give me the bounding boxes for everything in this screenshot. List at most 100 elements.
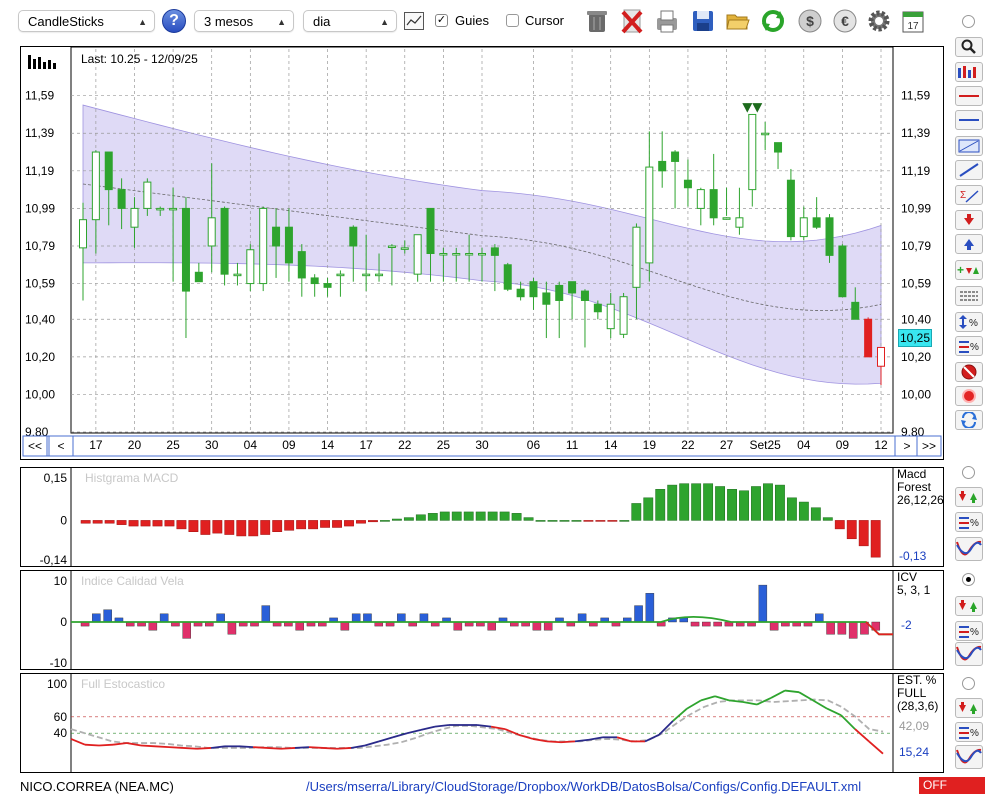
icv-curves-icon[interactable] <box>955 642 983 666</box>
period-select[interactable]: 3 mesos ▲ <box>194 10 294 32</box>
sync-icon[interactable] <box>955 410 983 430</box>
stoch-fast-segment <box>182 747 198 750</box>
svg-text:%: % <box>970 627 979 638</box>
currency-dollar-icon[interactable]: $ <box>797 6 823 36</box>
icv-panel[interactable]: 10 0 -10 Indice Calidad Vela ICV 5, 3, 1 -… <box>20 570 944 670</box>
stoch-fast-segment <box>560 740 576 744</box>
x-tick-label: 09 <box>836 438 850 452</box>
y-tick-label-left: 10,99 <box>25 201 55 215</box>
icv-bar <box>815 613 824 623</box>
arrow-down-red-icon[interactable] <box>955 210 983 230</box>
stoch-fast-segment <box>644 734 660 743</box>
zoom-icon[interactable] <box>955 37 983 57</box>
candle-body <box>297 251 306 279</box>
candle-body <box>426 207 435 254</box>
trend-line-icon[interactable] <box>955 160 983 180</box>
macd-bar <box>104 520 115 524</box>
x-tick-label: 20 <box>128 438 142 452</box>
fibonacci-icon[interactable] <box>955 136 983 156</box>
macd-bar <box>463 511 474 521</box>
help-icon[interactable]: ? <box>162 9 186 33</box>
macd-panel-radio[interactable] <box>962 466 975 479</box>
macd-panel[interactable]: 0,15 0 -0,14 Histgrama MACD Macd Forest 26… <box>20 467 944 567</box>
refresh-icon[interactable] <box>760 6 786 36</box>
icv-bar <box>713 621 722 627</box>
macd-signals-icon[interactable] <box>955 487 983 507</box>
cursor-checkbox[interactable] <box>506 14 519 27</box>
x-tick-label: 06 <box>527 438 541 452</box>
y-tick-label-right: 11,59 <box>901 89 930 103</box>
candle-body <box>555 284 564 301</box>
add-arrows-icon[interactable]: + <box>955 260 983 280</box>
gear-icon[interactable] <box>866 6 892 36</box>
macd-bar <box>320 520 330 528</box>
horizontal-line-blue-icon[interactable] <box>955 110 983 130</box>
icv-signals-icon[interactable] <box>955 596 983 616</box>
percent-range-icon[interactable]: % <box>955 312 983 332</box>
y-tick-label-right: 10,99 <box>901 201 931 215</box>
grid-lines-icon[interactable] <box>955 286 983 306</box>
x-tick-label: 27 <box>720 438 734 452</box>
sigma-icon[interactable]: Σ <box>955 185 983 205</box>
icv-bar <box>295 621 304 631</box>
signal-marker <box>752 103 763 113</box>
mini-chart-icon[interactable] <box>955 62 983 82</box>
stoch-signals-icon[interactable] <box>955 698 983 718</box>
last-price-label: Last: 10.25 - 12/09/25 <box>81 52 198 66</box>
horizontal-line-red-icon[interactable] <box>955 86 983 106</box>
stoch-value-slow: 42,09 <box>899 719 930 733</box>
record-icon[interactable] <box>955 386 983 406</box>
save-icon[interactable] <box>690 6 716 36</box>
candle-body <box>825 217 834 256</box>
arrow-up-blue-icon[interactable] <box>955 234 983 254</box>
guies-checkbox[interactable]: ✓ <box>435 14 448 27</box>
icv-bar <box>397 613 406 623</box>
candle-body <box>696 189 705 209</box>
candle-body <box>542 292 551 305</box>
icv-panel-radio[interactable] <box>962 573 975 586</box>
stoch-fast-segment <box>266 747 282 750</box>
chart-window-icon[interactable] <box>404 12 424 30</box>
stoch-fast-segment <box>126 742 142 747</box>
macd-bar <box>212 520 223 534</box>
price-panel-radio[interactable] <box>962 15 975 28</box>
macd-percent-icon[interactable]: % <box>955 512 983 532</box>
trash-icon[interactable] <box>584 6 610 36</box>
macd-curves-icon[interactable] <box>955 537 983 561</box>
stoch-panel[interactable]: 100 60 40 Full Estocastico EST. % FULL (28… <box>20 673 944 773</box>
macd-bar <box>775 484 785 521</box>
nav-first-button-label: << <box>28 439 42 453</box>
x-tick-label: 04 <box>244 438 258 452</box>
candle-body <box>786 179 795 238</box>
off-badge[interactable]: OFF <box>919 777 985 794</box>
chart-type-select[interactable]: CandleSticks ▲ <box>18 10 155 32</box>
y-tick-label: 10 <box>54 574 68 588</box>
macd-bar <box>619 520 630 522</box>
macd-bar <box>224 520 235 535</box>
stoch-curves-icon[interactable] <box>955 745 983 769</box>
open-folder-icon[interactable] <box>725 6 751 36</box>
macd-bar <box>296 520 307 530</box>
calendar-icon[interactable]: 17 <box>900 6 926 36</box>
interval-select[interactable]: dia ▲ <box>303 10 397 32</box>
y-tick-label-left: 10,40 <box>25 312 55 326</box>
percent-lines-icon[interactable]: % <box>955 336 983 356</box>
macd-bar <box>308 520 319 530</box>
stoch-percent-icon[interactable]: % <box>955 722 983 742</box>
y-tick-label: 0 <box>60 513 67 527</box>
icv-percent-icon[interactable]: % <box>955 621 983 641</box>
macd-bar <box>92 520 103 524</box>
candle-body <box>748 113 757 191</box>
config-path-link[interactable]: /Users/mserra/Library/CloudStorage/Dropb… <box>306 779 861 794</box>
delete-document-icon[interactable] <box>619 6 645 36</box>
stoch-value-fast: 15,24 <box>899 745 930 759</box>
no-entry-icon[interactable] <box>955 362 983 382</box>
svg-text:%: % <box>969 318 978 329</box>
print-icon[interactable] <box>654 6 680 36</box>
macd-bar <box>846 520 857 540</box>
candle-body <box>799 217 808 238</box>
price-panel[interactable]: 11,59 11,59 11,39 11,39 11,19 11,19 10,99 10,99… <box>20 46 944 460</box>
macd-legend: Macd Forest 26,12,26 <box>897 468 944 507</box>
currency-euro-icon[interactable]: € <box>832 6 858 36</box>
stoch-panel-radio[interactable] <box>962 677 975 690</box>
